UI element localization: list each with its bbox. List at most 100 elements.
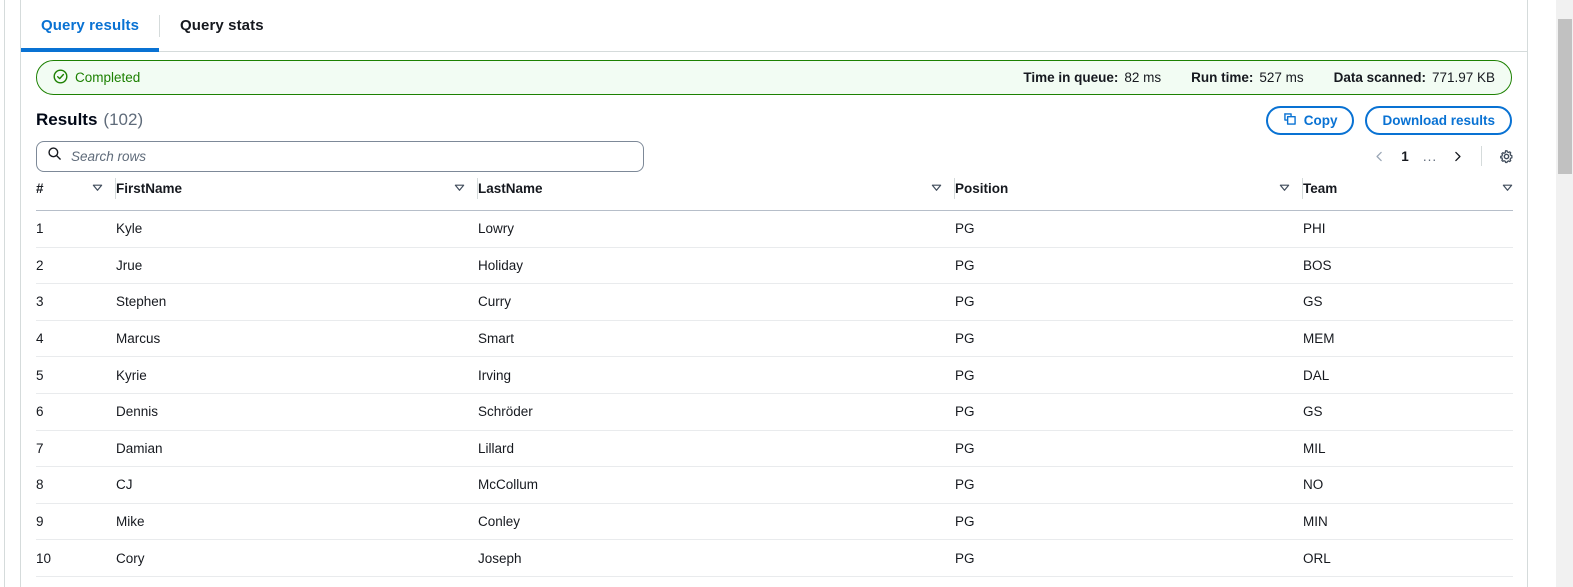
next-page-button[interactable] [1443,142,1471,170]
table-cell-num: 5 [36,357,116,394]
table-cell-team: MIN [1303,503,1513,540]
column-header-firstname-label: FirstName [116,181,182,196]
metric-time-in-queue-value: 82 ms [1124,70,1161,85]
column-header-num[interactable]: # [36,178,116,211]
table-cell-num: 6 [36,393,116,430]
column-header-lastname[interactable]: LastName [478,178,955,211]
table-row[interactable]: 3StephenCurryPGGS [36,284,1513,321]
metric-data-scanned-label: Data scanned: [1334,70,1426,85]
sort-triangle-icon[interactable] [1502,181,1513,196]
table-cell-ln: Lillard [478,430,955,467]
search-icon [47,146,62,166]
table-tools: 1 ... [21,140,1528,172]
tab-bar: Query results Query stats [21,0,1527,52]
pagination: 1 ... [1365,142,1520,170]
chevron-left-icon [1373,150,1386,163]
table-cell-pos: PG [955,467,1303,504]
table-cell-team: ORL [1303,540,1513,577]
sort-triangle-icon[interactable] [454,181,465,196]
table-cell-num: 4 [36,320,116,357]
table-cell-num: 3 [36,284,116,321]
sort-triangle-icon[interactable] [1279,181,1290,196]
pagination-divider [1481,146,1482,166]
previous-page-button[interactable] [1365,142,1393,170]
table-cell-team: MIL [1303,430,1513,467]
table-cell-pos: PG [955,211,1303,248]
sort-triangle-icon[interactable] [931,181,942,196]
download-results-label: Download results [1382,113,1495,128]
table-preferences-button[interactable] [1492,142,1520,170]
table-cell-pos: PG [955,320,1303,357]
column-header-num-label: # [36,181,44,196]
results-table-wrapper: # FirstName [36,178,1513,577]
page-number-1[interactable]: 1 [1393,142,1417,170]
table-row[interactable]: 8CJMcCollumPGNO [36,467,1513,504]
table-row[interactable]: 1KyleLowryPGPHI [36,211,1513,248]
results-count: (102) [103,110,143,130]
table-row[interactable]: 10CoryJosephPGORL [36,540,1513,577]
table-cell-team: BOS [1303,247,1513,284]
column-header-team[interactable]: Team [1303,178,1513,211]
table-row[interactable]: 2JrueHolidayPGBOS [36,247,1513,284]
tab-query-stats[interactable]: Query stats [160,0,284,51]
table-head: # FirstName [36,178,1513,211]
gutter-rail-outer [4,0,5,587]
table-cell-fn: Kyle [116,211,478,248]
table-row[interactable]: 9MikeConleyPGMIN [36,503,1513,540]
status-banner: Completed Time in queue: 82 ms Run time:… [36,60,1512,95]
table-cell-ln: Irving [478,357,955,394]
chevron-right-icon [1451,150,1464,163]
table-row[interactable]: 4MarcusSmartPGMEM [36,320,1513,357]
table-cell-team: PHI [1303,211,1513,248]
vertical-scrollbar-track[interactable] [1556,0,1573,587]
table-cell-team: DAL [1303,357,1513,394]
sort-triangle-icon[interactable] [92,181,103,196]
results-panel: Query results Query stats Completed [21,0,1528,587]
search-box[interactable] [36,141,644,172]
table-cell-fn: Cory [116,540,478,577]
metric-run-time-label: Run time: [1191,70,1253,85]
table-cell-ln: Holiday [478,247,955,284]
table-cell-fn: Jrue [116,247,478,284]
table-cell-fn: CJ [116,467,478,504]
table-cell-pos: PG [955,247,1303,284]
table-cell-team: GS [1303,284,1513,321]
table-row[interactable]: 6DennisSchröderPGGS [36,393,1513,430]
table-cell-num: 8 [36,467,116,504]
metric-data-scanned-value: 771.97 KB [1432,70,1495,85]
table-cell-ln: Joseph [478,540,955,577]
table-cell-num: 9 [36,503,116,540]
table-cell-ln: McCollum [478,467,955,504]
column-header-position-label: Position [955,181,1008,196]
table-cell-ln: Conley [478,503,955,540]
table-cell-team: MEM [1303,320,1513,357]
page-ellipsis: ... [1417,142,1443,170]
column-header-firstname[interactable]: FirstName [116,178,478,211]
column-header-position[interactable]: Position [955,178,1303,211]
tab-query-results-label: Query results [41,17,139,34]
copy-button[interactable]: Copy [1266,106,1355,135]
table-row[interactable]: 5KyrieIrvingPGDAL [36,357,1513,394]
table-cell-team: GS [1303,393,1513,430]
table-cell-num: 2 [36,247,116,284]
circle-check-icon [53,69,68,87]
page-title: Results [36,110,97,130]
table-cell-pos: PG [955,284,1303,321]
table-body: 1KyleLowryPGPHI2JrueHolidayPGBOS3Stephen… [36,211,1513,577]
tab-query-results[interactable]: Query results [21,0,159,51]
table-cell-pos: PG [955,540,1303,577]
status-metrics: Time in queue: 82 ms Run time: 527 ms Da… [1023,70,1495,85]
results-header: Results (102) Copy Download results [21,104,1528,136]
column-header-team-label: Team [1303,181,1337,196]
search-input[interactable] [71,149,633,164]
table-cell-pos: PG [955,430,1303,467]
status-state: Completed [53,69,140,87]
vertical-scrollbar-thumb[interactable] [1558,19,1572,174]
table-cell-num: 10 [36,540,116,577]
results-actions: Copy Download results [1266,106,1512,135]
table-cell-fn: Dennis [116,393,478,430]
download-results-button[interactable]: Download results [1365,106,1512,135]
table-row[interactable]: 7DamianLillardPGMIL [36,430,1513,467]
table-cell-ln: Curry [478,284,955,321]
table-cell-fn: Damian [116,430,478,467]
